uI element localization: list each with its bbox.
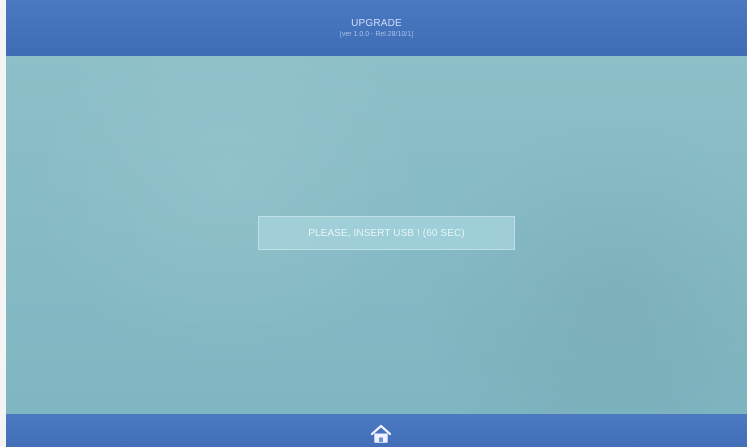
upgrade-screen: UPGRADE [ver 1.0.0 - Rel.28/10/1] PLEASE… — [0, 0, 747, 447]
home-button[interactable] — [369, 422, 393, 446]
version-subtitle: [ver 1.0.0 - Rel.28/10/1] — [339, 30, 414, 38]
page-title: UPGRADE — [351, 17, 402, 29]
bottom-footer — [6, 414, 747, 447]
insert-usb-message: PLEASE, INSERT USB ! (60 sec) — [258, 216, 515, 250]
home-icon — [370, 424, 392, 443]
top-header: UPGRADE [ver 1.0.0 - Rel.28/10/1] — [6, 0, 747, 56]
main-content-area: PLEASE, INSERT USB ! (60 sec) — [6, 56, 747, 414]
